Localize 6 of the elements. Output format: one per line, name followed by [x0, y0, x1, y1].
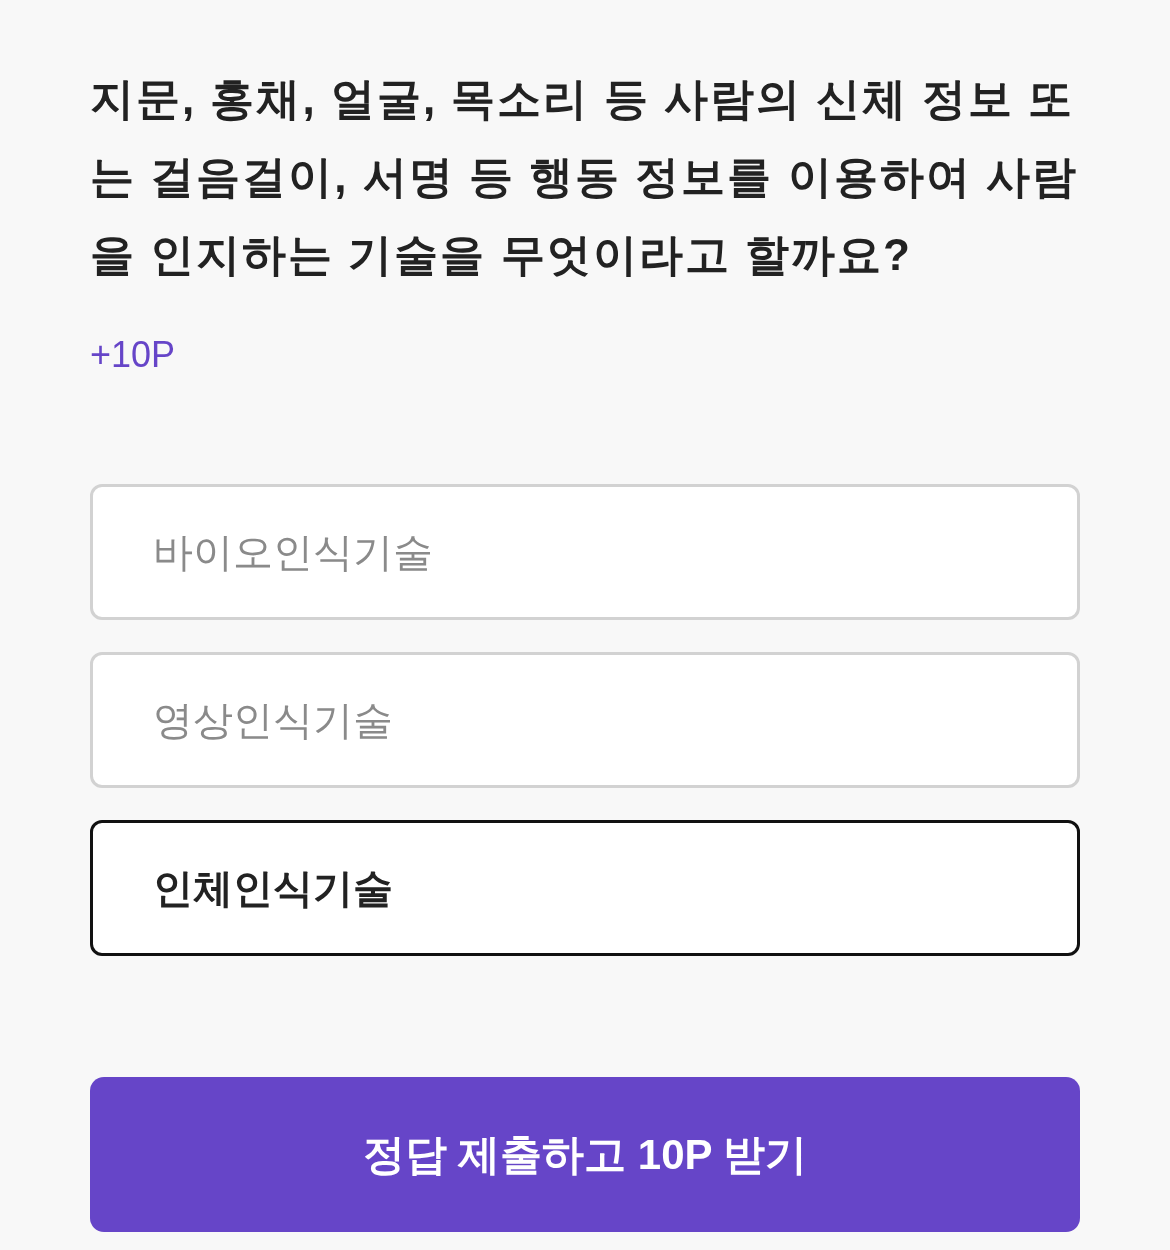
points-reward: +10P: [90, 333, 176, 377]
answer-option[interactable]: 바이오인식기술: [90, 484, 1080, 620]
submit-button[interactable]: 정답 제출하고 10P 받기: [90, 1077, 1080, 1232]
answer-option[interactable]: 인체인식기술: [90, 820, 1080, 956]
answer-option[interactable]: 영상인식기술: [90, 652, 1080, 788]
question-text: 지문, 홍채, 얼굴, 목소리 등 사람의 신체 정보 또는 걸음걸이, 서명 등 행동 정보를 이용하여 사람을 인지하는 기술을 무엇이라고 할까요?: [90, 73, 1079, 281]
